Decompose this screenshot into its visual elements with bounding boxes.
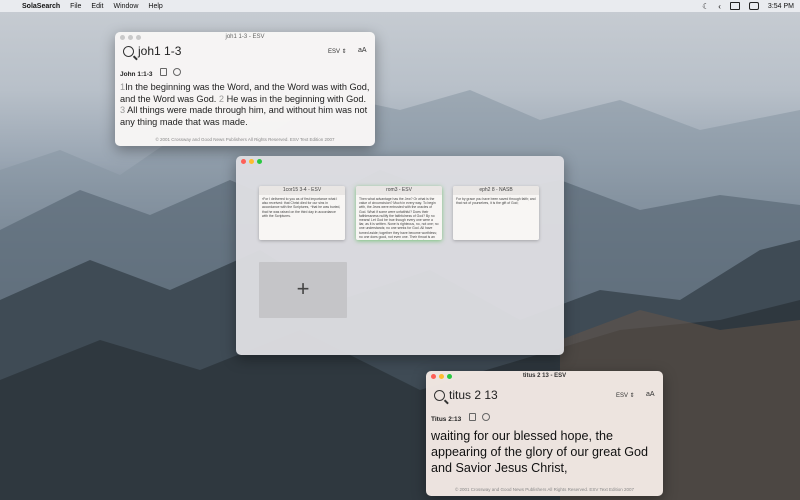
john-titlebar[interactable]: joh1 1-3 - ESV	[115, 32, 375, 43]
thumbnail-title: eph2 8 - NASB	[453, 186, 539, 195]
verse-text: All things were made through him, and wi…	[120, 105, 368, 127]
titus-window: titus 2 13 - ESV titus 2 13 ESV ⇕ aA Tit…	[426, 371, 663, 496]
menu-help[interactable]: Help	[148, 3, 162, 10]
menu-file[interactable]: File	[70, 3, 81, 10]
titus-version-select[interactable]: ESV ⇕	[616, 392, 635, 399]
desktop-background: SolaSearch File Edit Window Help ☾ ‹ 3:5…	[0, 0, 800, 500]
close-button[interactable]	[120, 35, 125, 40]
minimize-button[interactable]	[128, 35, 133, 40]
chevron-left-icon[interactable]: ‹	[718, 2, 721, 11]
workspace-titlebar[interactable]	[236, 156, 564, 168]
thumbnail-rom3[interactable]: rom3 - ESV Then what advantage has the J…	[356, 186, 442, 240]
thumbnail-snippet: For by grace you have been saved through…	[453, 195, 539, 240]
menu-edit[interactable]: Edit	[91, 3, 103, 10]
verse-text: He was in the beginning with God.	[226, 93, 367, 104]
john-reference-row: John 1:1-3	[120, 63, 370, 81]
john-search-row: joh1 1-3 ESV ⇕ aA	[115, 43, 375, 61]
menubar-status-area: ☾ ‹ 3:54 PM	[702, 0, 794, 12]
john-version-select[interactable]: ESV ⇕	[328, 48, 347, 55]
plus-icon: +	[296, 276, 310, 301]
control-center-icon[interactable]	[748, 2, 759, 10]
titus-verse-text: waiting for our blessed hope, the appear…	[431, 429, 649, 475]
titus-font-size-button[interactable]: aA	[646, 391, 655, 398]
john-search-input[interactable]: joh1 1-3	[138, 44, 181, 58]
menu-app-name[interactable]: SolaSearch	[22, 3, 60, 10]
thumbnail-title: rom3 - ESV	[356, 186, 442, 195]
minimize-button[interactable]	[439, 374, 444, 379]
titus-search-row: titus 2 13 ESV ⇕ aA	[426, 387, 663, 405]
titus-search-input[interactable]: titus 2 13	[449, 388, 498, 402]
john-passage: John 1:1-3 1In the beginning was the Wor…	[115, 61, 375, 128]
zoom-button[interactable]	[257, 159, 262, 164]
titus-reference: Titus 2:13	[431, 416, 462, 423]
next-icon[interactable]	[482, 412, 491, 421]
copy-icon[interactable]	[159, 67, 167, 76]
search-icon	[123, 46, 134, 57]
titus-passage: Titus 2:13 waiting for our blessed hope,…	[426, 405, 663, 476]
john-copyright: © 2001 Crossway and Good News Publishers…	[155, 137, 335, 142]
titus-reference-row: Titus 2:13	[431, 408, 658, 426]
titus-window-title: titus 2 13 - ESV	[522, 373, 567, 379]
verse-number: 3	[120, 105, 126, 116]
verse-number: 2	[218, 93, 225, 104]
thumbnail-eph2[interactable]: eph2 8 - NASB For by grace you have been…	[453, 186, 539, 240]
john-window-title: joh1 1-3 - ESV	[225, 34, 265, 40]
display-icon[interactable]	[729, 2, 740, 10]
workspace-window: 1cor15 3-4 - ESV ³For I delivered to you…	[236, 156, 564, 355]
thumbnail-snippet: Then what advantage has the Jew? Or what…	[356, 195, 442, 240]
close-button[interactable]	[241, 159, 246, 164]
john-reference: John 1:1-3	[120, 71, 153, 78]
titus-titlebar[interactable]: titus 2 13 - ESV	[426, 371, 663, 382]
john-window: joh1 1-3 - ESV joh1 1-3 ESV ⇕ aA John 1:…	[115, 32, 375, 146]
john-font-size-button[interactable]: aA	[358, 47, 367, 54]
john-verses: 1In the beginning was the Word, and the …	[120, 82, 370, 128]
menu-window[interactable]: Window	[113, 3, 138, 10]
minimize-button[interactable]	[249, 159, 254, 164]
thumbnail-title: 1cor15 3-4 - ESV	[259, 186, 345, 195]
zoom-button[interactable]	[136, 35, 141, 40]
add-window-button[interactable]: +	[259, 262, 347, 318]
thumbnail-1cor15[interactable]: 1cor15 3-4 - ESV ³For I delivered to you…	[259, 186, 345, 240]
dark-mode-icon[interactable]: ☾	[702, 2, 709, 11]
thumbnail-snippet: ³For I delivered to you as of first impo…	[259, 195, 345, 240]
menu-bar: SolaSearch File Edit Window Help ☾ ‹ 3:5…	[0, 0, 800, 12]
copy-icon[interactable]	[468, 412, 476, 421]
close-button[interactable]	[431, 374, 436, 379]
search-icon	[434, 390, 445, 401]
next-icon[interactable]	[173, 67, 182, 76]
clock[interactable]: 3:54 PM	[768, 3, 794, 10]
titus-copyright: © 2001 Crossway and Good News Publishers…	[454, 487, 635, 492]
zoom-button[interactable]	[447, 374, 452, 379]
